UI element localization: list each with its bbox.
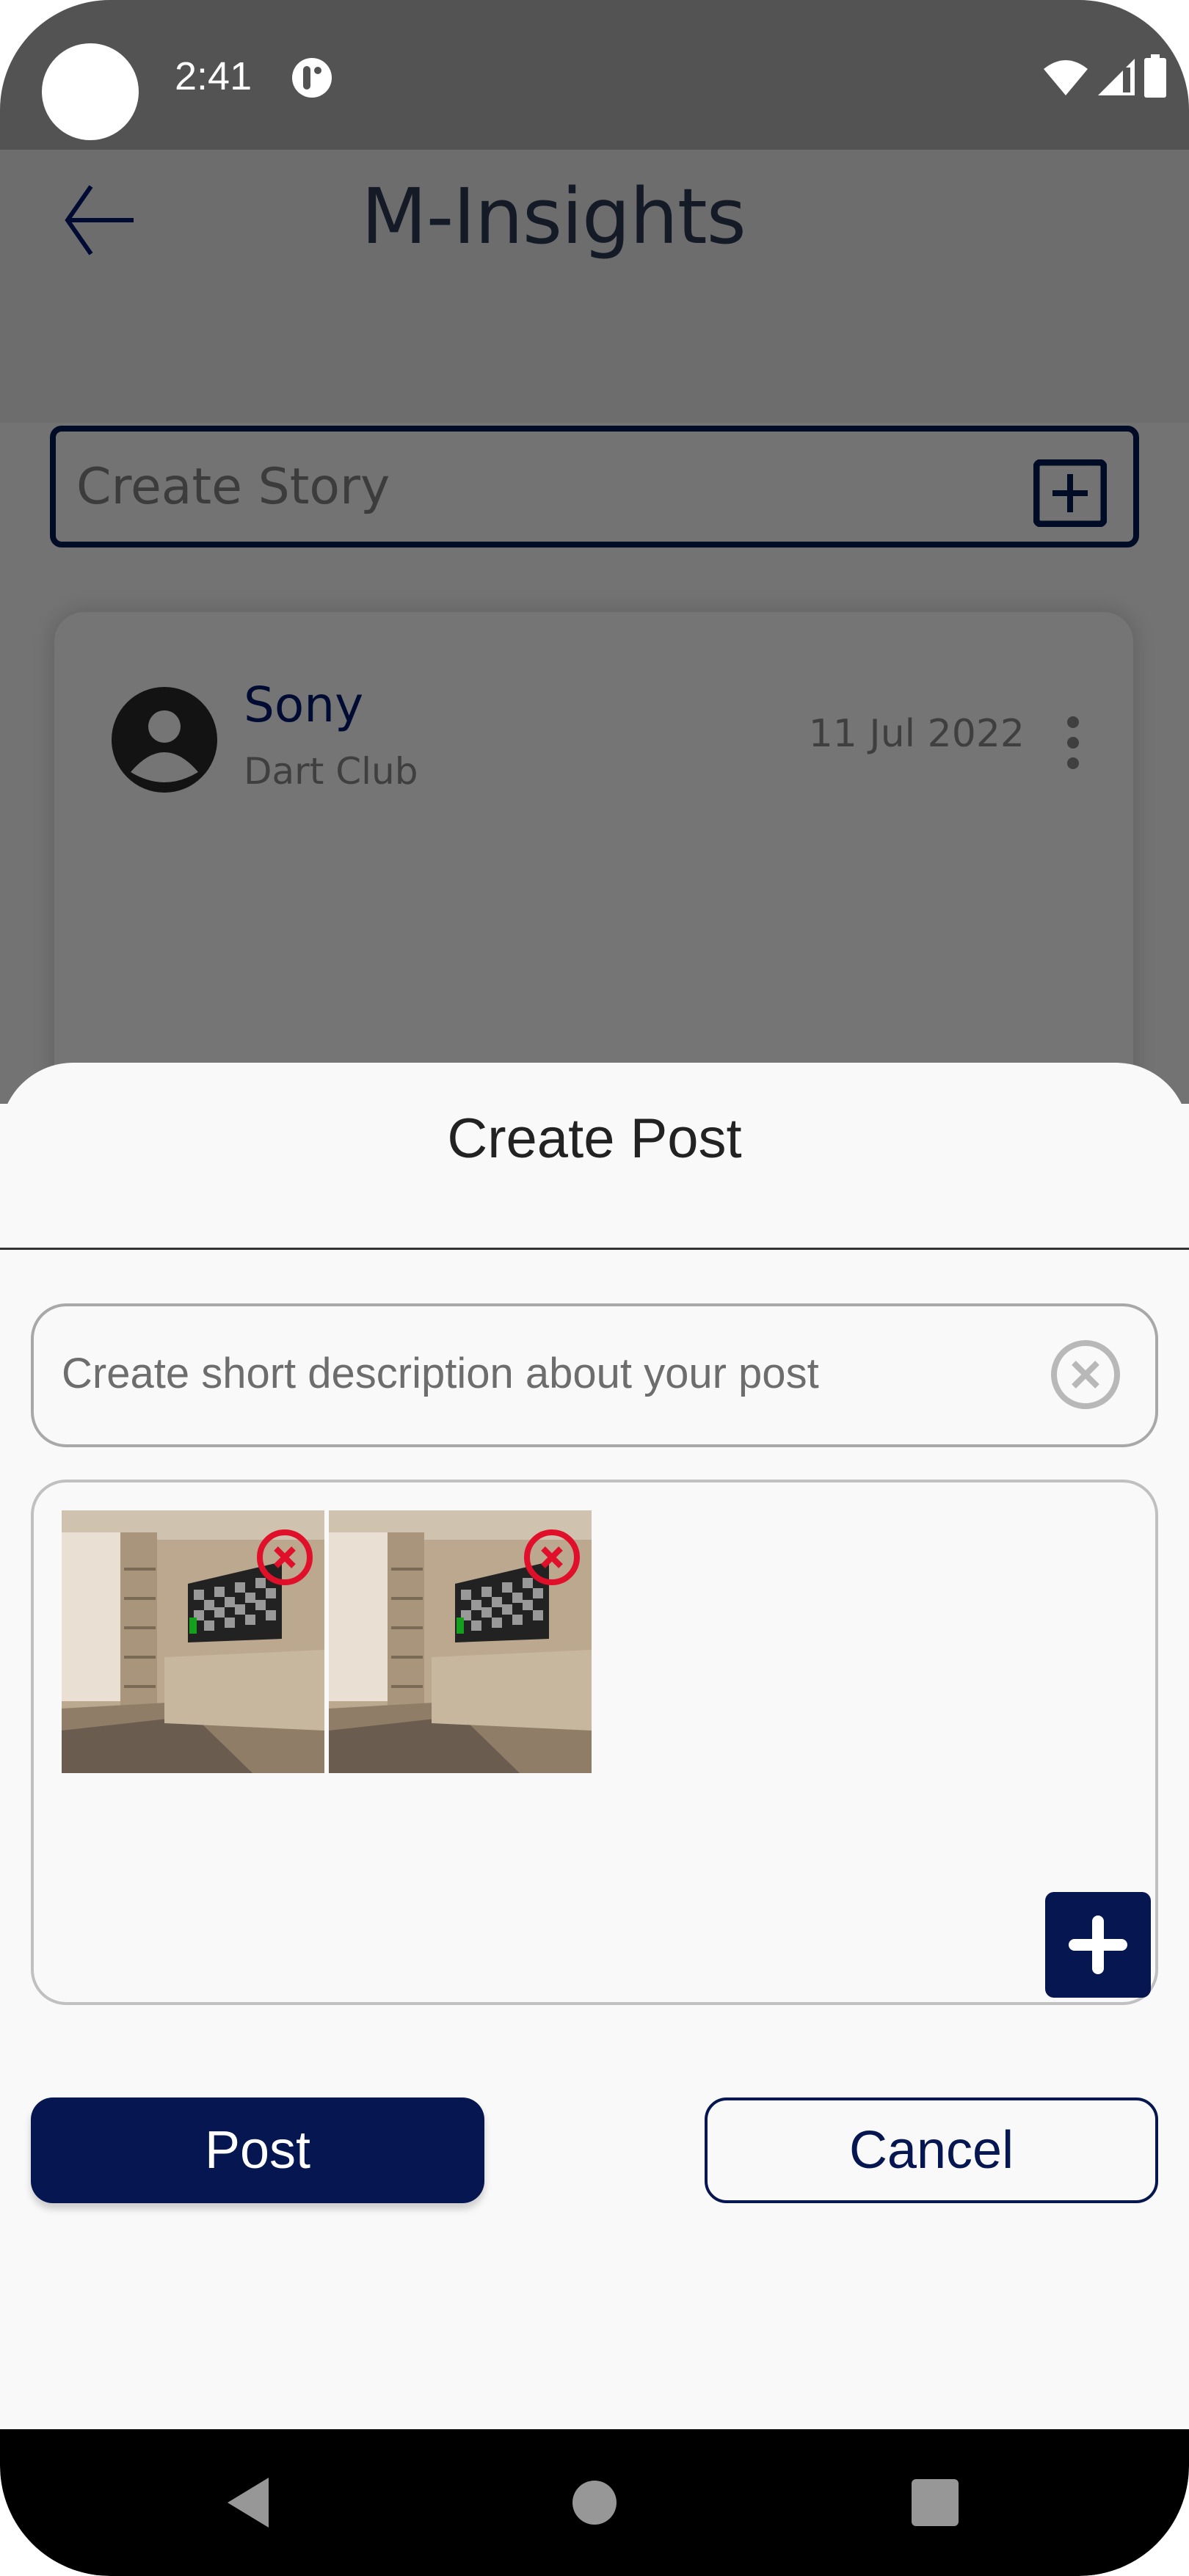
more-vertical-icon[interactable] bbox=[1063, 715, 1083, 771]
post-date: 11 Jul 2022 bbox=[808, 712, 1025, 756]
cancel-button[interactable]: Cancel bbox=[705, 2097, 1158, 2203]
media-picker bbox=[31, 1480, 1158, 2005]
wifi-icon bbox=[1044, 60, 1088, 95]
app-bar: M-Insights bbox=[0, 150, 1189, 423]
add-media-button[interactable] bbox=[1045, 1892, 1151, 1998]
post-club: Dart Club bbox=[244, 750, 418, 793]
nav-recents-icon[interactable] bbox=[906, 2473, 964, 2532]
create-story-placeholder: Create Story bbox=[76, 458, 390, 516]
nav-back-icon[interactable] bbox=[220, 2473, 279, 2532]
avatar-icon bbox=[112, 687, 217, 793]
add-icon bbox=[1069, 1915, 1127, 1974]
status-icons bbox=[1042, 54, 1167, 98]
post-author: Sony bbox=[244, 677, 364, 733]
clear-circle-icon[interactable] bbox=[1050, 1339, 1121, 1411]
sheet-divider bbox=[0, 1248, 1189, 1250]
nav-home-icon[interactable] bbox=[565, 2473, 624, 2532]
post-button[interactable]: Post bbox=[31, 2097, 484, 2203]
battery-icon bbox=[1144, 54, 1166, 98]
camera-cutout bbox=[42, 43, 139, 140]
remove-image-icon[interactable] bbox=[255, 1528, 314, 1587]
app-notification-icon bbox=[292, 58, 332, 98]
media-thumbnail[interactable] bbox=[62, 1510, 324, 1773]
app-title: M-Insights bbox=[361, 172, 746, 261]
back-arrow-icon[interactable] bbox=[60, 183, 141, 257]
create-story-field[interactable]: Create Story bbox=[50, 426, 1139, 547]
background-screen: M-Insights Create Story Sony Dart Club 1… bbox=[0, 150, 1189, 1311]
remove-image-icon[interactable] bbox=[523, 1528, 581, 1587]
media-thumbnail[interactable] bbox=[329, 1510, 592, 1773]
description-placeholder: Create short description about your post bbox=[62, 1350, 819, 1397]
sheet-title: Create Post bbox=[447, 1107, 742, 1170]
add-box-icon[interactable] bbox=[1033, 459, 1107, 527]
description-input[interactable]: Create short description about your post bbox=[31, 1303, 1158, 1447]
phone-screen: 2:41 M-Insights Create Story Sony Dart C… bbox=[0, 0, 1189, 2576]
system-nav-bar bbox=[0, 2429, 1189, 2576]
cell-signal-icon bbox=[1098, 59, 1135, 95]
create-post-sheet: Create Post Create short description abo… bbox=[0, 1063, 1189, 2429]
status-time: 2:41 bbox=[175, 54, 252, 98]
status-bar: 2:41 bbox=[0, 0, 1189, 150]
